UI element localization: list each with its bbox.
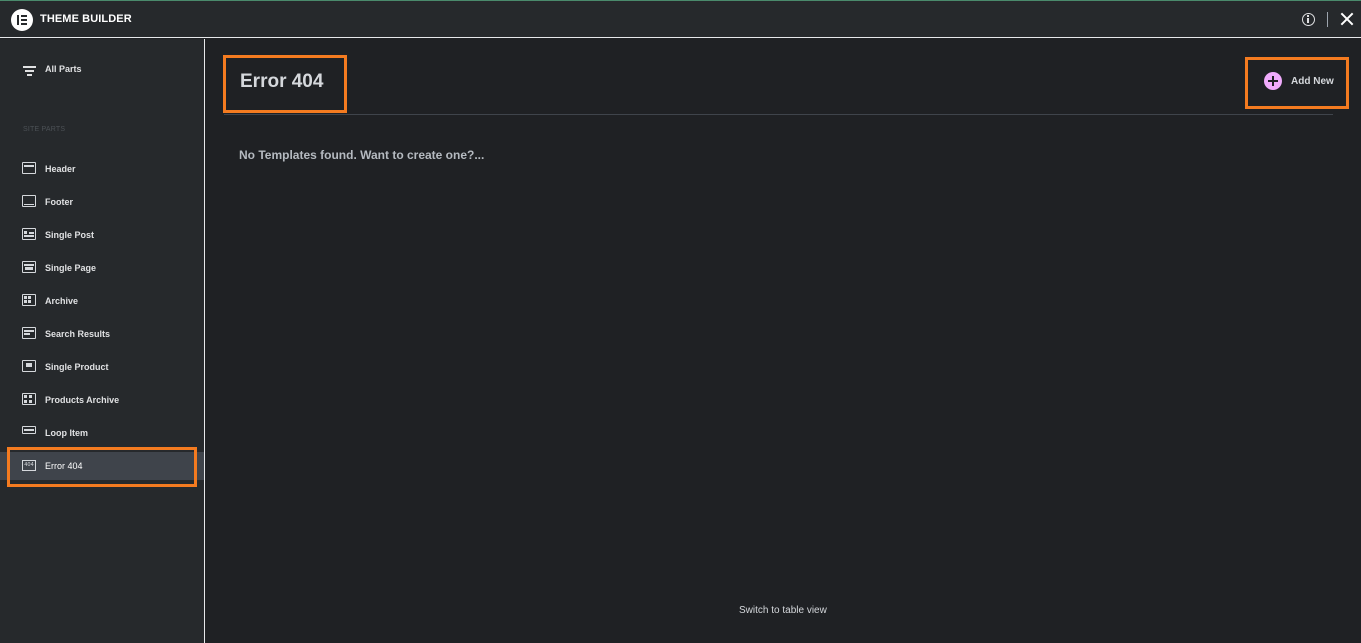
title-bar-separator [1327, 12, 1328, 27]
products-archive-icon [22, 393, 36, 405]
sidebar-item-label: Header [45, 164, 76, 174]
sidebar-item-label: Single Product [45, 362, 109, 372]
header-divider [224, 114, 1333, 115]
sidebar-item-label: Archive [45, 296, 79, 306]
footer-icon [22, 195, 36, 207]
sidebar-item-header[interactable]: Header [0, 155, 204, 183]
sidebar-item-label: Error 404 [45, 461, 83, 471]
add-new-label: Add New [1291, 76, 1334, 87]
sidebar-item-single-product[interactable]: Single Product [0, 353, 204, 381]
switch-to-table-view-link[interactable]: Switch to table view [739, 605, 827, 616]
elementor-logo-icon [11, 9, 33, 31]
title-bar: THEME BUILDER [0, 1, 1361, 38]
sidebar-item-archive[interactable]: Archive [0, 287, 204, 315]
sidebar-item-loop-item[interactable]: Loop Item [0, 419, 204, 447]
sidebar-item-single-post[interactable]: Single Post [0, 221, 204, 249]
sidebar-item-label: Products Archive [45, 395, 120, 405]
sidebar-item-error-404[interactable]: 404 Error 404 [0, 452, 204, 480]
loop-item-icon [22, 426, 36, 434]
sidebar-item-label: Single Post [45, 230, 95, 240]
sidebar-item-footer[interactable]: Footer [0, 188, 204, 216]
page-title: Error 404 [240, 71, 324, 92]
add-new-button[interactable]: Add New [1264, 72, 1344, 92]
archive-icon [22, 294, 36, 306]
plus-circle-icon [1264, 72, 1282, 90]
sidebar-item-label: Footer [45, 197, 73, 207]
search-results-icon [22, 327, 36, 339]
sidebar-item-single-page[interactable]: Single Page [0, 254, 204, 282]
filter-icon [23, 66, 36, 76]
single-page-icon [22, 261, 36, 273]
sidebar-item-products-archive[interactable]: Products Archive [0, 386, 204, 414]
sidebar-item-label: Search Results [45, 329, 111, 339]
all-parts-label: All Parts [45, 64, 82, 74]
info-icon[interactable] [1302, 13, 1315, 26]
sidebar-item-label: Single Page [45, 263, 97, 273]
single-product-icon [22, 360, 36, 372]
sidebar-item-all-parts[interactable]: All Parts [0, 59, 204, 81]
sidebar-item-search-results[interactable]: Search Results [0, 320, 204, 348]
app-title: THEME BUILDER [40, 13, 132, 25]
section-label: SITE PARTS [23, 126, 66, 133]
header-icon [22, 162, 36, 174]
single-post-icon [22, 228, 36, 240]
empty-state-message: No Templates found. Want to create one?.… [239, 148, 485, 162]
sidebar-item-label: Loop Item [45, 428, 88, 438]
error-404-icon: 404 [22, 460, 36, 471]
sidebar: All Parts SITE PARTS Header Footer Singl… [0, 39, 205, 643]
main-content: Error 404 Add New No Templates found. Wa… [206, 39, 1361, 643]
close-icon[interactable] [1340, 12, 1354, 26]
